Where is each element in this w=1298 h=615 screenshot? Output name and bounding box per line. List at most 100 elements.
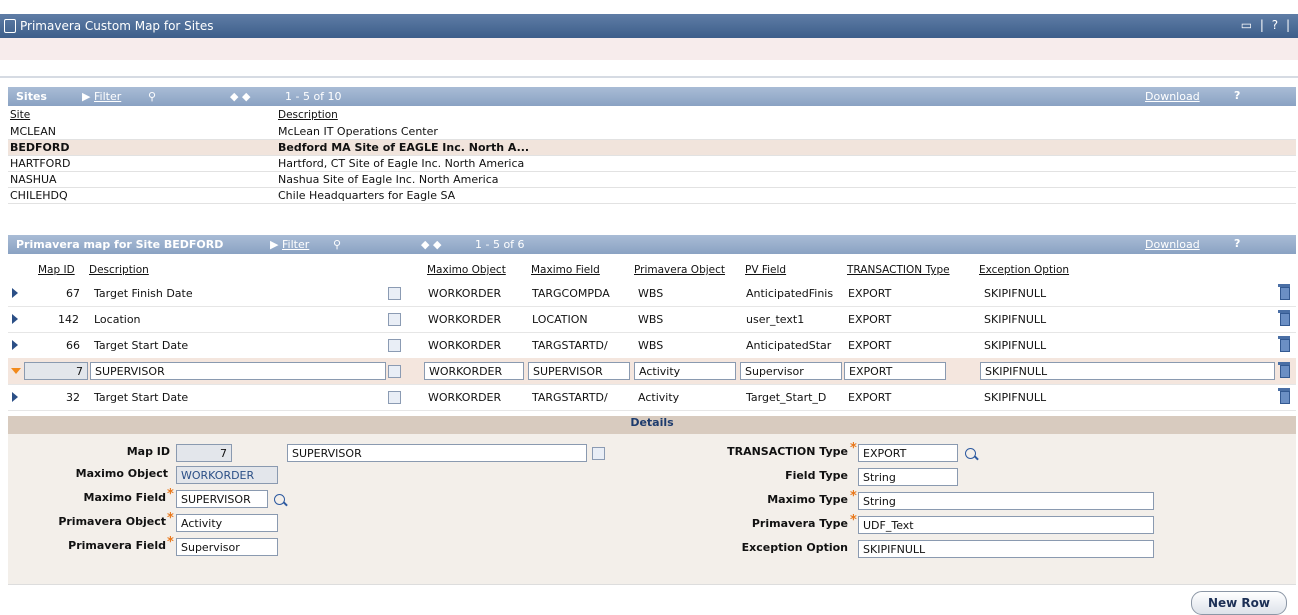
maximo-field-field[interactable]: SUPERVISOR — [528, 362, 630, 380]
col-primavera-object[interactable]: Primavera Object — [634, 264, 725, 276]
new-row-button[interactable]: New Row — [1191, 591, 1287, 615]
transaction-type-label: TRANSACTION Type — [727, 445, 848, 458]
col-map-id[interactable]: Map ID — [38, 264, 75, 276]
previous-arrow-icon[interactable]: ◆ ◆ — [421, 238, 441, 251]
app-icon — [4, 19, 16, 33]
table-row[interactable]: 67 Target Finish Date WORKORDER TARGCOMP… — [8, 280, 1296, 307]
sites-paging: 1 - 5 of 10 — [285, 90, 342, 103]
filter-icon[interactable]: ▶ — [82, 90, 90, 103]
required-indicator: * — [167, 487, 174, 502]
expand-arrow-icon[interactable] — [12, 392, 18, 402]
previous-arrow-icon[interactable]: ◆ ◆ — [230, 90, 250, 103]
maximo-type-label: Maximo Type — [767, 493, 848, 506]
delete-row-icon[interactable] — [1278, 336, 1290, 352]
exception-option-field[interactable]: SKIPIFNULL — [980, 362, 1275, 380]
long-description-icon[interactable] — [388, 313, 401, 326]
table-row[interactable]: NASHUA Nashua Site of Eagle Inc. North A… — [8, 172, 1296, 188]
window-controls[interactable]: ▭ | ? | — [1241, 18, 1292, 32]
col-maximo-object[interactable]: Maximo Object — [427, 264, 506, 276]
primavera-type-label: Primavera Type — [751, 517, 848, 530]
required-indicator: * — [167, 511, 174, 526]
window-title-bar: Primavera Custom Map for Sites ▭ | ? | — [0, 14, 1298, 38]
map-title: Primavera map for Site BEDFORD — [16, 238, 224, 251]
expand-arrow-icon[interactable] — [12, 340, 18, 350]
map-id-label: Map ID — [126, 445, 170, 458]
required-indicator: * — [850, 489, 857, 504]
col-maximo-field[interactable]: Maximo Field — [531, 264, 600, 276]
delete-row-icon[interactable] — [1278, 310, 1290, 326]
map-help-icon[interactable]: ? — [1234, 237, 1240, 250]
col-description[interactable]: Description — [278, 109, 338, 121]
sites-download-link[interactable]: Download — [1145, 90, 1200, 103]
field-type-field[interactable]: String — [858, 468, 958, 486]
map-id-field[interactable]: 7 — [24, 362, 88, 380]
delete-row-icon[interactable] — [1278, 388, 1290, 404]
primavera-object-field[interactable]: Activity — [176, 514, 278, 532]
transaction-type-field[interactable]: EXPORT — [858, 444, 958, 462]
map-filter-link[interactable]: Filter — [282, 238, 309, 251]
search-icon[interactable] — [965, 448, 976, 459]
long-description-icon[interactable] — [388, 287, 401, 300]
col-description[interactable]: Description — [89, 264, 149, 276]
divider — [0, 76, 1298, 78]
message-band — [0, 38, 1298, 60]
table-row-selected[interactable]: BEDFORD Bedford MA Site of EAGLE Inc. No… — [8, 140, 1296, 156]
table-row[interactable]: 32 Target Start Date WORKORDER TARGSTART… — [8, 384, 1296, 411]
required-indicator: * — [850, 441, 857, 456]
sites-filter-link[interactable]: Filter — [94, 90, 121, 103]
sites-title: Sites — [16, 90, 47, 103]
description-field[interactable]: SUPERVISOR — [90, 362, 386, 380]
maximo-field-label: Maximo Field — [83, 491, 166, 504]
primavera-object-field[interactable]: Activity — [634, 362, 736, 380]
long-description-icon[interactable] — [388, 339, 401, 352]
table-row[interactable]: MCLEAN McLean IT Operations Center — [8, 124, 1296, 140]
primavera-type-field[interactable]: UDF_Text — [858, 516, 1154, 534]
maximo-object-field: WORKORDER — [176, 466, 278, 484]
table-row[interactable]: HARTFORD Hartford, CT Site of Eagle Inc.… — [8, 156, 1296, 172]
maximo-field-field[interactable]: SUPERVISOR — [176, 490, 268, 508]
required-indicator: * — [167, 535, 174, 550]
filter-icon[interactable]: ▶ — [270, 238, 278, 251]
sites-help-icon[interactable]: ? — [1234, 89, 1240, 102]
map-download-link[interactable]: Download — [1145, 238, 1200, 251]
window-title: Primavera Custom Map for Sites — [20, 19, 214, 33]
col-transaction-type[interactable]: TRANSACTION Type — [847, 264, 950, 276]
table-row[interactable]: 66 Target Start Date WORKORDER TARGSTART… — [8, 332, 1296, 359]
primavera-field-field[interactable]: Supervisor — [176, 538, 278, 556]
long-description-icon[interactable] — [388, 365, 401, 378]
pv-field-field[interactable]: Supervisor — [740, 362, 842, 380]
sites-table-header: Sites ▶ Filter ⚲ ◆ ◆ 1 - 5 of 10 Downloa… — [8, 87, 1296, 106]
col-site[interactable]: Site — [10, 109, 30, 121]
expand-arrow-icon[interactable] — [12, 288, 18, 298]
map-paging: 1 - 5 of 6 — [475, 238, 525, 251]
exception-option-label: Exception Option — [741, 541, 848, 554]
delete-row-icon[interactable] — [1278, 284, 1290, 300]
expand-arrow-icon[interactable] — [12, 314, 18, 324]
long-description-icon[interactable] — [592, 447, 605, 460]
details-header: Details — [8, 416, 1296, 434]
find-icon[interactable]: ⚲ — [148, 90, 156, 103]
required-indicator: * — [850, 513, 857, 528]
table-row[interactable]: CHILEHDQ Chile Headquarters for Eagle SA — [8, 188, 1296, 204]
maximo-object-field[interactable]: WORKORDER — [424, 362, 524, 380]
maximo-type-field[interactable]: String — [858, 492, 1154, 510]
table-row[interactable]: 142 Location WORKORDER LOCATION WBS user… — [8, 306, 1296, 333]
col-pv-field[interactable]: PV Field — [745, 264, 786, 276]
exception-option-field[interactable]: SKIPIFNULL — [858, 540, 1154, 558]
map-table-header: Primavera map for Site BEDFORD ▶ Filter … — [8, 235, 1296, 254]
search-icon[interactable] — [274, 494, 285, 505]
map-id-field[interactable]: 7 — [176, 444, 232, 462]
delete-row-icon[interactable] — [1278, 362, 1290, 378]
field-type-label: Field Type — [785, 469, 848, 482]
maximo-object-label: Maximo Object — [75, 467, 168, 480]
transaction-type-field[interactable]: EXPORT — [844, 362, 946, 380]
table-row-selected[interactable]: 7 SUPERVISOR WORKORDER SUPERVISOR Activi… — [8, 358, 1296, 385]
primavera-object-label: Primavera Object — [58, 515, 166, 528]
collapse-arrow-icon[interactable] — [11, 368, 21, 374]
find-icon[interactable]: ⚲ — [333, 238, 341, 251]
col-exception-option[interactable]: Exception Option — [979, 264, 1069, 276]
long-description-icon[interactable] — [388, 391, 401, 404]
details-panel: Map ID 7 SUPERVISOR Maximo Object WORKOR… — [8, 434, 1296, 585]
primavera-field-label: Primavera Field — [68, 539, 166, 552]
description-field[interactable]: SUPERVISOR — [287, 444, 587, 462]
